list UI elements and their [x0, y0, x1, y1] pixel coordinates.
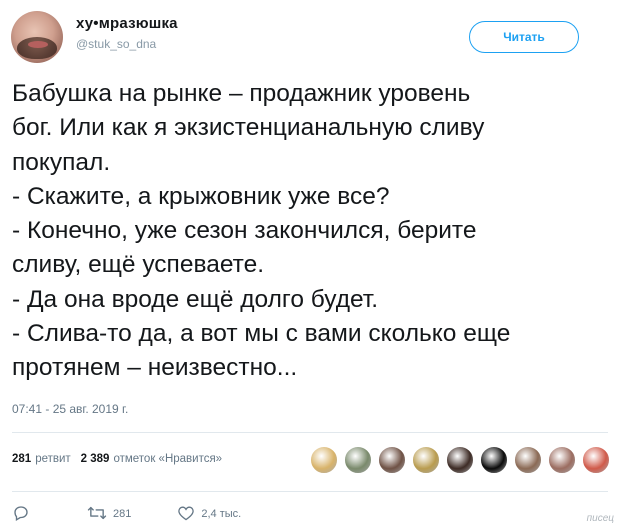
liker-avatar[interactable] [479, 445, 509, 475]
retweet-button[interactable]: 281 [87, 505, 131, 524]
avatar[interactable] [11, 11, 63, 63]
user-handle[interactable]: @stuk_so_dna [76, 37, 156, 51]
divider [12, 491, 608, 492]
avatar-lips [28, 41, 48, 48]
tweet-line: - Слива-то да, а вот мы с вами сколько е… [12, 320, 511, 348]
liker-avatar[interactable] [343, 445, 373, 475]
tweet-line: протянем – неизвестно... [12, 354, 298, 382]
display-name[interactable]: ху•мразюшка [76, 15, 178, 32]
likes-count[interactable]: 2 389 [81, 453, 110, 465]
liker-avatar[interactable] [581, 445, 611, 475]
tweet-line: - Да она вроде ещё долго будет. [12, 285, 379, 313]
liker-avatar[interactable] [547, 445, 577, 475]
heart-icon [177, 505, 195, 524]
liker-avatar[interactable] [445, 445, 475, 475]
tweet-line: покупал. [12, 148, 111, 176]
tweet-actions: 281 2,4 тыс. [12, 504, 241, 524]
like-button[interactable]: 2,4 тыс. [177, 505, 241, 524]
like-count: 2,4 тыс. [201, 508, 242, 520]
liker-avatar[interactable] [411, 445, 441, 475]
divider [12, 432, 608, 433]
watermark: писец [586, 513, 614, 524]
retweets-label[interactable]: ретвит [35, 453, 70, 465]
tweet-line: - Скажите, а крыжовник уже все? [12, 182, 390, 210]
reply-button[interactable] [12, 504, 30, 525]
liker-avatar[interactable] [377, 445, 407, 475]
tweet-timestamp[interactable]: 07:41 - 25 авг. 2019 г. [12, 402, 128, 416]
tweet-line: сливу, ещё успеваете. [12, 251, 265, 279]
liker-avatars [309, 445, 611, 479]
retweet-count: 281 [113, 508, 132, 520]
tweet-line: - Конечно, уже сезон закончился, берите [12, 217, 477, 245]
liker-avatar[interactable] [513, 445, 543, 475]
likes-label[interactable]: отметок «Нравится» [113, 453, 222, 465]
follow-button[interactable]: Читать [469, 21, 579, 53]
retweet-icon [87, 505, 107, 524]
tweet-stats: 281 ретвит 2 389 отметок «Нравится» [12, 453, 222, 465]
liker-avatar[interactable] [309, 445, 339, 475]
tweet-line: Бабушка на рынке – продажник уровень [12, 80, 471, 107]
tweet-line: бог. Или как я экзистенцианальную сливу [12, 114, 485, 142]
reply-icon [12, 504, 30, 525]
tweet-text: Бабушка на рынке – продажник уровень бог… [12, 77, 612, 386]
retweets-count[interactable]: 281 [12, 453, 31, 465]
